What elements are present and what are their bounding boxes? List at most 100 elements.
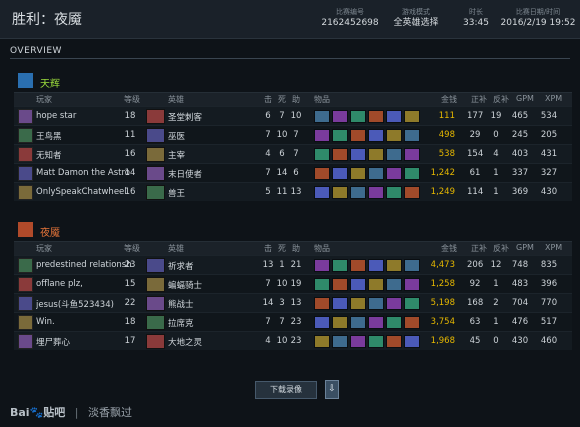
item-slot-icon[interactable] [314, 278, 330, 291]
item-slot-icon[interactable] [332, 186, 348, 199]
item-slot-icon[interactable] [314, 186, 330, 199]
hero-portrait[interactable] [146, 109, 165, 124]
hero-portrait[interactable] [146, 128, 165, 143]
hero-portrait[interactable] [146, 296, 165, 311]
item-slot-icon[interactable] [332, 129, 348, 142]
item-slot-icon[interactable] [350, 278, 366, 291]
item-slot-icon[interactable] [404, 110, 420, 123]
item-slot-icon[interactable] [404, 278, 420, 291]
column-header-hero: 英雄 [168, 244, 184, 253]
stat-lh: 61 [469, 168, 481, 178]
item-slot-icon[interactable] [368, 129, 384, 142]
player-row[interactable]: Matt Damon the Astro 14 末日使者 7 14 6 1,242 61 1 33… [14, 163, 572, 182]
item-slot-icon[interactable] [332, 278, 348, 291]
item-slot-icon[interactable] [350, 259, 366, 272]
stat-dn: 1 [493, 168, 499, 178]
item-slot-icon[interactable] [368, 167, 384, 180]
item-slot-icon[interactable] [368, 148, 384, 161]
item-slot-icon[interactable] [332, 297, 348, 310]
item-slot-icon[interactable] [332, 110, 348, 123]
item-slot-icon[interactable] [332, 316, 348, 329]
hero-portrait[interactable] [146, 166, 165, 181]
player-row[interactable]: 王鸟黑 11 巫医 7 10 7 498 29 0 245 205 [14, 125, 572, 144]
column-header-gold: 金钱 [441, 95, 457, 104]
item-slot-icon[interactable] [314, 259, 330, 272]
item-slot-icon[interactable] [350, 129, 366, 142]
item-slot-icon[interactable] [332, 167, 348, 180]
download-icon[interactable]: ⇩ [325, 380, 339, 399]
hero-portrait[interactable] [146, 258, 165, 273]
item-slot-icon[interactable] [350, 297, 366, 310]
item-slot-icon[interactable] [404, 259, 420, 272]
item-slot-icon[interactable] [350, 110, 366, 123]
item-slot-icon[interactable] [368, 110, 384, 123]
item-slot-icon[interactable] [368, 297, 384, 310]
item-slot-icon[interactable] [314, 129, 330, 142]
player-avatar[interactable] [18, 166, 33, 181]
item-slot-icon[interactable] [386, 110, 402, 123]
player-avatar[interactable] [18, 296, 33, 311]
hero-portrait[interactable] [146, 315, 165, 330]
player-row[interactable]: Win. 18 拉席克 7 7 23 3,754 63 1 476 517 [14, 312, 572, 331]
player-row[interactable]: 无知者 16 主宰 4 6 7 538 154 4 403 431 [14, 144, 572, 163]
item-slot-icon[interactable] [368, 335, 384, 348]
column-header-player: 玩家 [36, 244, 52, 253]
player-row[interactable]: hope star 18 圣堂刺客 6 7 10 111 177 19 465 534 [14, 106, 572, 125]
hero-name: 熊战士 [168, 300, 194, 310]
item-slot-icon[interactable] [386, 278, 402, 291]
team-panel: 天辉 玩家 等级 英雄击死助物品 金钱 正补 反补 GPM XPM hope star 18 圣堂刺客… [14, 70, 572, 201]
stat-gpm: 403 [511, 149, 529, 159]
player-avatar[interactable] [18, 258, 33, 273]
item-slot-icon[interactable] [386, 335, 402, 348]
player-row[interactable]: 埋尸葬心 17 大地之灵 4 10 23 1,968 45 0 430 460 [14, 331, 572, 350]
item-slot-icon[interactable] [350, 167, 366, 180]
item-slot-icon[interactable] [314, 297, 330, 310]
item-slot-icon[interactable] [404, 335, 420, 348]
item-slot-icon[interactable] [350, 316, 366, 329]
item-slot-icon[interactable] [368, 316, 384, 329]
hero-portrait[interactable] [146, 147, 165, 162]
item-slot-icon[interactable] [386, 259, 402, 272]
player-row[interactable]: predestined relationsh 23 祈求者 13 1 21 4,473 206… [14, 255, 572, 274]
item-slot-icon[interactable] [314, 335, 330, 348]
item-slot-icon[interactable] [404, 316, 420, 329]
item-slot-icon[interactable] [386, 167, 402, 180]
item-slot-icon[interactable] [332, 335, 348, 348]
item-slot-icon[interactable] [314, 167, 330, 180]
item-slot-icon[interactable] [314, 148, 330, 161]
item-slot-icon[interactable] [368, 278, 384, 291]
item-slot-icon[interactable] [386, 297, 402, 310]
item-slot-icon[interactable] [332, 148, 348, 161]
hero-portrait[interactable] [146, 334, 165, 349]
item-slot-icon[interactable] [404, 148, 420, 161]
player-avatar[interactable] [18, 185, 33, 200]
player-row[interactable]: OnlySpeakChatwheel 16 兽王 5 11 13 1,249 114 1 369 4… [14, 182, 572, 201]
item-slot-icon[interactable] [386, 186, 402, 199]
item-slot-icon[interactable] [332, 259, 348, 272]
item-slot-icon[interactable] [404, 186, 420, 199]
player-avatar[interactable] [18, 277, 33, 292]
download-replay-button[interactable]: 下载录像 [255, 381, 317, 399]
item-slot-icon[interactable] [404, 129, 420, 142]
item-slot-icon[interactable] [404, 167, 420, 180]
item-slot-icon[interactable] [350, 148, 366, 161]
player-avatar[interactable] [18, 109, 33, 124]
item-slot-icon[interactable] [386, 316, 402, 329]
player-avatar[interactable] [18, 315, 33, 330]
player-row[interactable]: offlane plz, 15 蝙蝠骑士 7 10 19 1,258 92 1 483 396 [14, 274, 572, 293]
item-slot-icon[interactable] [404, 297, 420, 310]
player-avatar[interactable] [18, 147, 33, 162]
item-slot-icon[interactable] [368, 186, 384, 199]
item-slot-icon[interactable] [350, 335, 366, 348]
item-slot-icon[interactable] [368, 259, 384, 272]
player-avatar[interactable] [18, 128, 33, 143]
player-avatar[interactable] [18, 334, 33, 349]
item-slot-icon[interactable] [314, 316, 330, 329]
item-slot-icon[interactable] [386, 148, 402, 161]
item-slot-icon[interactable] [314, 110, 330, 123]
item-slot-icon[interactable] [350, 186, 366, 199]
player-row[interactable]: jesus(斗鱼523434) 22 熊战士 14 3 13 5,198 168 2 704 770 [14, 293, 572, 312]
item-slot-icon[interactable] [386, 129, 402, 142]
hero-portrait[interactable] [146, 277, 165, 292]
hero-portrait[interactable] [146, 185, 165, 200]
